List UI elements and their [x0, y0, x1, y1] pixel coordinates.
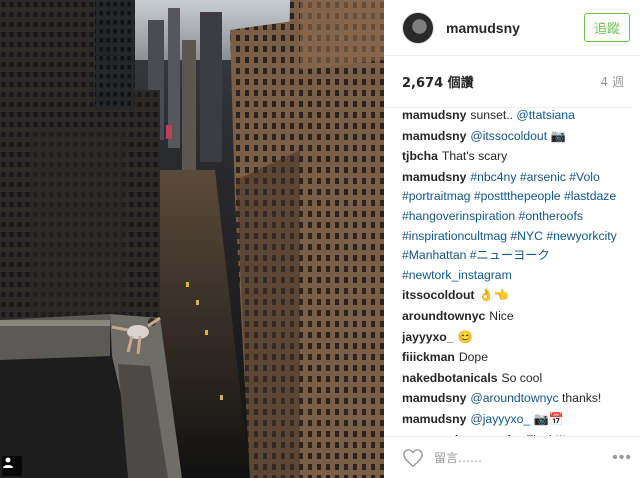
comment-text: Dope: [458, 350, 488, 365]
comment-text: 📷📅: [530, 411, 564, 426]
comment-item: tjbcha That's scary: [402, 147, 630, 167]
comment-item: mamudsny #nbc4ny #arsenic #Volo #portrait…: [402, 168, 630, 286]
follow-button[interactable]: 追蹤: [583, 13, 630, 42]
post-stats: 2,674 個讚 4 週: [384, 56, 632, 108]
comment-username[interactable]: mamudsny: [402, 412, 466, 426]
comment-username[interactable]: aroundtownyc: [402, 309, 485, 323]
post-footer: 留言…… •••: [384, 436, 640, 478]
comment-item: mamudsny sunset.. @ttatsiana: [402, 106, 630, 126]
comment-item: mamudsny @aroundtownyc thanks!: [402, 389, 630, 409]
comment-username[interactable]: fiiickman: [402, 350, 455, 364]
comment-text: 📷: [547, 128, 566, 143]
hashtag-link[interactable]: #newyorkcity: [546, 229, 616, 243]
hashtag-link[interactable]: #NYC: [510, 229, 543, 243]
comment-text: Nice: [489, 308, 514, 323]
mention-link[interactable]: @ttatsiana: [516, 108, 574, 122]
hashtag-link[interactable]: #portraitmag: [402, 189, 470, 203]
comment-item: aroundtownyc Nice: [402, 307, 630, 327]
comment-list: mamudsny sunset.. @ttatsiana mamudsny @itss…: [402, 106, 630, 436]
comment-text: sunset..: [470, 108, 517, 122]
comment-username[interactable]: nakedbotanicals: [402, 371, 498, 385]
hashtag-link[interactable]: #nbc4ny: [470, 170, 516, 184]
post-photo[interactable]: [0, 0, 384, 478]
city-rooftop-image: [0, 0, 384, 478]
comment-username[interactable]: itssocoldout: [402, 288, 474, 302]
hashtag-link[interactable]: #Manhattan: [402, 248, 466, 262]
comment-username[interactable]: jayyyxo_: [402, 330, 454, 344]
comment-text: thanks!: [558, 391, 602, 406]
hashtag-link[interactable]: #inspirationcultmag: [402, 229, 507, 243]
username-link[interactable]: mamudsny: [446, 20, 584, 36]
comment-username[interactable]: mamudsny: [402, 391, 466, 405]
comment-text: So cool: [501, 370, 543, 385]
comment-username[interactable]: mamudsny: [402, 170, 466, 184]
comment-item: mamudsny @itssocoldout 📷: [402, 127, 630, 147]
comment-item: itssocoldout 👌👈: [402, 286, 630, 306]
post-header: mamudsny 追蹤: [384, 0, 640, 56]
hashtag-link[interactable]: #arsenic: [520, 170, 566, 184]
post-timestamp[interactable]: 4 週: [601, 73, 624, 90]
comment-item: fiiickman Dope: [402, 348, 630, 368]
mention-link[interactable]: @itssocoldout: [470, 129, 547, 143]
comment-username[interactable]: tjbcha: [402, 149, 438, 163]
comment-username[interactable]: mamudsny: [402, 108, 466, 122]
comment-item: nakedbotanicals So cool: [402, 369, 630, 389]
hashtag-link[interactable]: #posttthepeople: [474, 189, 561, 203]
comment-text: 👌👈: [478, 288, 509, 303]
likes-count[interactable]: 2,674 個讚: [402, 72, 474, 91]
mention-link[interactable]: @jayyyxo_: [470, 412, 530, 426]
hashtag-link[interactable]: #hangoverinspiration: [402, 209, 515, 223]
hashtag-link[interactable]: #newtork_instagram: [402, 268, 512, 282]
comment-text: That's scary: [441, 149, 508, 164]
mention-link[interactable]: @aroundtownyc: [470, 391, 558, 405]
hashtag-link[interactable]: #lastdaze: [564, 189, 616, 203]
comment-item: jayyyxo_ 😊: [402, 328, 630, 348]
comment-item: mamudsny @jayyyxo_ 📷📅: [402, 410, 630, 430]
hashtag-link[interactable]: #ontheroofs: [519, 209, 583, 223]
hashtag-link[interactable]: #Volo: [569, 170, 600, 184]
more-options-icon[interactable]: •••: [612, 449, 632, 467]
heart-icon[interactable]: [402, 448, 424, 468]
tagged-user-icon[interactable]: [2, 456, 22, 476]
avatar[interactable]: [402, 11, 434, 44]
comment-text: 😊: [457, 329, 473, 344]
post-sidebar: mamudsny 追蹤 2,674 個讚 4 週 mamudsny sunset.…: [384, 0, 640, 478]
hashtag-link[interactable]: #ニューヨーク: [470, 248, 550, 262]
comment-input[interactable]: 留言……: [434, 449, 612, 466]
comment-username[interactable]: mamudsny: [402, 129, 466, 143]
